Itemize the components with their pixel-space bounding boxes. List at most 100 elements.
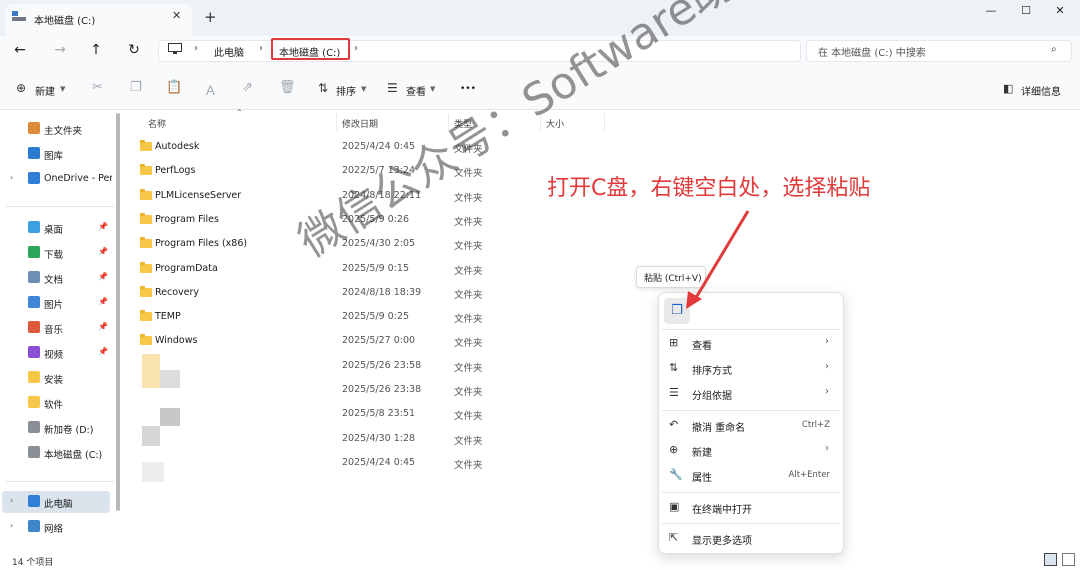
this-pc-icon bbox=[28, 495, 40, 507]
menu-item[interactable]: ⇱ 显示更多选项 bbox=[660, 526, 840, 550]
file-type: 文件夹 bbox=[454, 362, 483, 374]
copy-icon[interactable]: ❐ bbox=[130, 80, 142, 95]
folder-icon bbox=[28, 396, 40, 408]
table-row[interactable]: Windows 2025/5/27 0:00 文件夹 bbox=[122, 329, 1080, 353]
sidebar-item[interactable]: 音乐 📌 bbox=[0, 316, 114, 340]
wrench-icon: 🔧 bbox=[669, 468, 683, 481]
plus-circle-icon: ⊕ bbox=[16, 81, 27, 95]
file-type: 文件夹 bbox=[454, 314, 483, 326]
maximize-button[interactable]: ☐ bbox=[1011, 4, 1041, 20]
sidebar-item[interactable]: › OneDrive - Per bbox=[0, 167, 114, 191]
new-tab-button[interactable]: + bbox=[204, 8, 217, 26]
table-row[interactable]: 2025/5/26 23:58 文件夹 bbox=[122, 354, 1080, 378]
menu-item[interactable]: ☰ 分组依据 › bbox=[660, 381, 840, 405]
sidebar-item[interactable]: 下载 📌 bbox=[0, 241, 114, 265]
home-icon bbox=[28, 122, 40, 134]
sidebar-item[interactable]: 视频 📌 bbox=[0, 341, 114, 365]
file-type: 文件夹 bbox=[454, 387, 483, 398]
table-row[interactable]: Autodesk 2025/4/24 0:45 文件夹 bbox=[122, 135, 1080, 159]
blurred-region bbox=[142, 354, 160, 388]
sidebar-item[interactable]: › 网络 bbox=[0, 515, 114, 539]
menu-item[interactable]: ⊕ 新建 › bbox=[660, 438, 840, 462]
forward-button[interactable]: → bbox=[50, 42, 70, 58]
divider bbox=[6, 481, 114, 482]
details-button[interactable]: 详细信息 bbox=[1021, 83, 1061, 98]
sidebar-scrollbar[interactable] bbox=[116, 113, 120, 511]
pin-icon: 📌 bbox=[98, 322, 108, 331]
file-type: 文件夹 bbox=[454, 289, 483, 301]
folder-icon bbox=[140, 164, 152, 176]
details-view-icon[interactable] bbox=[1044, 553, 1057, 566]
sidebar-item[interactable]: 软件 bbox=[0, 391, 114, 415]
blurred-region bbox=[160, 408, 180, 426]
sidebar-item[interactable]: 桌面 📌 bbox=[0, 216, 114, 240]
table-row[interactable]: 2025/4/24 0:45 文件夹 bbox=[122, 451, 1080, 475]
rename-icon[interactable]: Ａ bbox=[204, 80, 217, 99]
sidebar-item[interactable]: 图片 📌 bbox=[0, 291, 114, 315]
sidebar-item[interactable]: 主文件夹 bbox=[0, 117, 114, 141]
new-button[interactable]: 新建 bbox=[35, 83, 55, 98]
menu-item[interactable]: ⇅ 排序方式 › bbox=[660, 356, 840, 380]
menu-item-label: 排序方式 bbox=[692, 366, 732, 377]
menu-item[interactable]: ⊞ 查看 › bbox=[660, 331, 840, 355]
expand-chevron-icon[interactable]: › bbox=[10, 496, 13, 505]
sidebar-item-label: 本地磁盘 (C:) bbox=[44, 450, 103, 461]
file-type: 文件夹 bbox=[454, 411, 483, 423]
delete-icon[interactable]: 🗑 bbox=[279, 80, 296, 95]
breadcrumb-this-pc[interactable]: 此电脑 bbox=[214, 44, 244, 59]
column-header-date[interactable]: 修改日期 bbox=[342, 117, 378, 130]
file-name: Program Files (x86) bbox=[155, 238, 248, 250]
share-icon[interactable]: ⇗ bbox=[242, 80, 253, 95]
column-header-name[interactable]: 名称 bbox=[148, 117, 166, 130]
large-icons-view-icon[interactable] bbox=[1062, 553, 1075, 566]
sidebar-item[interactable]: 安装 bbox=[0, 366, 114, 390]
music-icon bbox=[28, 321, 40, 333]
table-row[interactable]: Recovery 2024/8/18 18:39 文件夹 bbox=[122, 281, 1080, 305]
file-name: ProgramData bbox=[155, 262, 218, 274]
chevron-down-icon: ▼ bbox=[361, 85, 367, 93]
close-tab-icon[interactable]: ✕ bbox=[172, 9, 181, 22]
menu-item[interactable]: ↶ 撤消 重命名 Ctrl+Z bbox=[660, 413, 840, 437]
column-divider[interactable] bbox=[336, 113, 337, 131]
table-row[interactable]: 2025/4/30 1:28 文件夹 bbox=[122, 427, 1080, 451]
up-button[interactable]: ↑ bbox=[86, 42, 106, 58]
sidebar-item[interactable]: 图库 bbox=[0, 142, 114, 166]
breadcrumb-separator[interactable]: › bbox=[354, 43, 358, 54]
cut-icon[interactable]: ✂ bbox=[92, 80, 103, 95]
sidebar-item-label: 主文件夹 bbox=[44, 126, 83, 137]
more-button[interactable]: ••• bbox=[460, 84, 476, 94]
table-row[interactable]: 2025/5/8 23:51 文件夹 bbox=[122, 402, 1080, 426]
blurred-region bbox=[142, 426, 160, 446]
search-input[interactable]: 在 本地磁盘 (C:) 中搜索 bbox=[818, 44, 926, 59]
view-button[interactable]: 查看 bbox=[406, 83, 426, 98]
sidebar-item[interactable]: 文档 📌 bbox=[0, 266, 114, 290]
menu-item[interactable]: ▣ 在终端中打开 bbox=[660, 495, 840, 519]
sidebar-item[interactable]: › 此电脑 bbox=[0, 490, 114, 514]
expand-chevron-icon[interactable]: › bbox=[10, 521, 13, 530]
table-row[interactable]: Program Files (x86) 2025/4/30 2:05 文件夹 bbox=[122, 232, 1080, 256]
sidebar-item[interactable]: 本地磁盘 (C:) bbox=[0, 441, 114, 465]
paste-icon[interactable]: 📋 bbox=[166, 80, 182, 95]
file-name: Autodesk bbox=[155, 141, 200, 152]
sidebar-item-label: 此电脑 bbox=[44, 499, 73, 510]
refresh-button[interactable]: ↻ bbox=[124, 42, 144, 58]
chevron-right-icon: › bbox=[825, 361, 829, 372]
menu-item[interactable]: 🔧 属性 Alt+Enter bbox=[660, 463, 840, 487]
expand-chevron-icon[interactable]: › bbox=[10, 173, 13, 182]
close-button[interactable]: ✕ bbox=[1045, 4, 1075, 20]
breadcrumb-separator[interactable]: › bbox=[259, 43, 263, 54]
table-row[interactable]: Program Files 2025/5/9 0:26 文件夹 bbox=[122, 208, 1080, 232]
table-row[interactable]: TEMP 2025/5/9 0:25 文件夹 bbox=[122, 305, 1080, 329]
minimize-button[interactable]: — bbox=[976, 4, 1006, 20]
sidebar-item[interactable]: 新加卷 (D:) bbox=[0, 416, 114, 440]
folder-icon bbox=[140, 334, 152, 346]
sort-button[interactable]: 排序 bbox=[336, 83, 356, 98]
menu-item-label: 在终端中打开 bbox=[692, 505, 752, 516]
table-row[interactable]: 2025/5/26 23:38 文件夹 bbox=[122, 378, 1080, 402]
back-button[interactable]: ← bbox=[10, 42, 30, 58]
column-divider[interactable] bbox=[604, 113, 605, 131]
table-row[interactable]: ProgramData 2025/5/9 0:15 文件夹 bbox=[122, 257, 1080, 281]
address-bar[interactable] bbox=[158, 40, 801, 62]
file-type: 文件夹 bbox=[454, 241, 483, 253]
file-name: PerfLogs bbox=[155, 165, 196, 177]
